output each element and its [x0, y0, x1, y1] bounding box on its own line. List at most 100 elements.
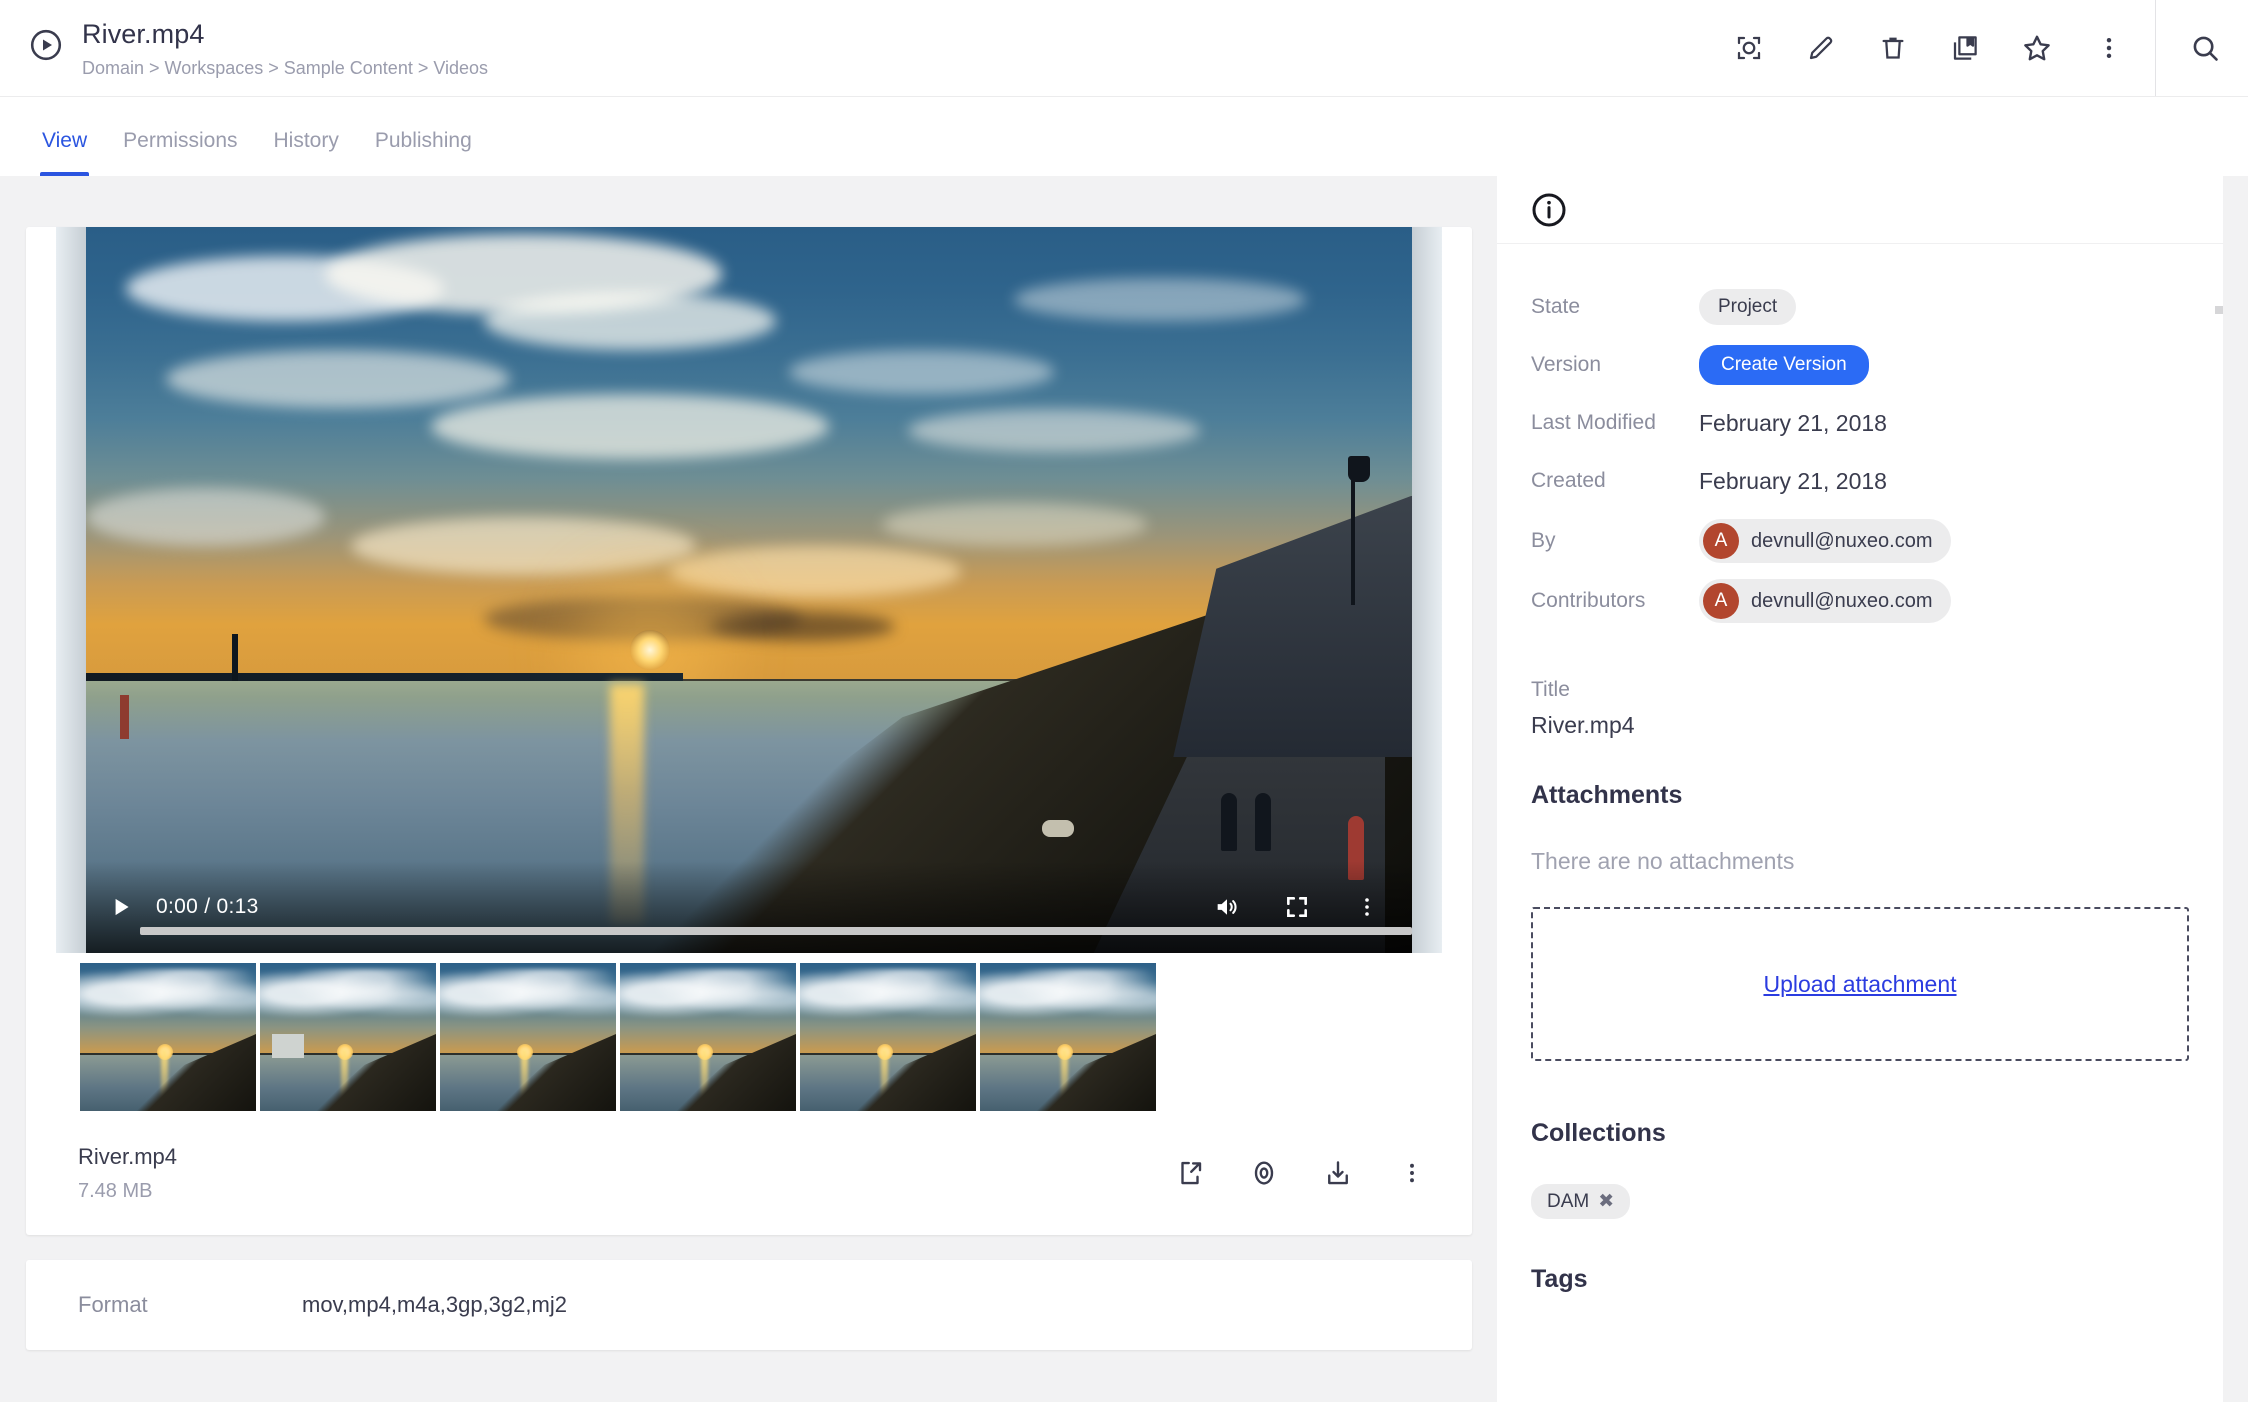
- user-name: devnull@nuxeo.com: [1751, 589, 1933, 612]
- cloud: [86, 488, 325, 547]
- status-badge: Project: [1699, 289, 1797, 325]
- last-modified-label: Last Modified: [1531, 411, 1656, 434]
- sun: [629, 629, 670, 670]
- person: [1255, 793, 1272, 852]
- add-to-collection-icon[interactable]: [1929, 12, 2001, 84]
- cloud: [430, 393, 829, 460]
- more-vertical-icon[interactable]: [1390, 1151, 1434, 1195]
- attachments-empty-text: There are no attachments: [1531, 848, 1795, 874]
- lamp-post: [1350, 466, 1355, 605]
- player-more-icon[interactable]: [1344, 887, 1390, 927]
- filmstrip-frame[interactable]: [620, 963, 796, 1111]
- collections-heading: Collections: [1531, 1119, 1666, 1147]
- close-icon[interactable]: ✖: [1598, 1190, 1614, 1213]
- volume-icon[interactable]: [1204, 887, 1250, 927]
- preview-fullscreen-icon[interactable]: [1713, 12, 1785, 84]
- created-label: Created: [1531, 469, 1606, 492]
- avatar: A: [1703, 523, 1739, 559]
- open-external-icon[interactable]: [1168, 1151, 1212, 1195]
- search-icon[interactable]: [2166, 12, 2244, 84]
- document-tabs: View Permissions History Publishing: [0, 96, 2248, 176]
- cloud: [709, 611, 895, 641]
- fullscreen-icon[interactable]: [1274, 887, 1320, 927]
- create-version-button[interactable]: Create Version: [1699, 345, 1869, 385]
- meta-row-last-modified: Last Modified February 21, 2018: [1531, 398, 2189, 448]
- filmstrip-frame[interactable]: [980, 963, 1156, 1111]
- state-label: State: [1531, 295, 1581, 318]
- time-display: 0:00 / 0:13: [156, 895, 259, 918]
- progress-bar[interactable]: [140, 927, 1412, 935]
- filmstrip[interactable]: [80, 963, 1472, 1111]
- video-player[interactable]: 0:00 / 0:13: [56, 227, 1442, 953]
- meta-row-version: Version Create Version: [1531, 340, 2189, 390]
- attachments-section: Attachments There are no attachments Upl…: [1531, 781, 2189, 1061]
- tags-section: Tags: [1531, 1265, 2189, 1294]
- collection-chip-dam[interactable]: DAM ✖: [1531, 1184, 1631, 1219]
- play-button[interactable]: [108, 892, 138, 922]
- header-divider: [2155, 0, 2156, 96]
- version-label: Version: [1531, 353, 1602, 376]
- attachment-dropzone[interactable]: Upload attachment: [1531, 907, 2189, 1061]
- meta-row-state: State Project: [1531, 282, 2189, 332]
- filmstrip-frame[interactable]: [260, 963, 436, 1111]
- file-name: River.mp4: [78, 1143, 178, 1169]
- cloud: [669, 546, 962, 598]
- person: [1220, 793, 1237, 852]
- breadcrumb[interactable]: Domain > Workspaces > Sample Content > V…: [82, 56, 488, 80]
- collections-list: DAM ✖: [1531, 1184, 2189, 1219]
- cloud: [788, 350, 1054, 394]
- file-actions: [1168, 1151, 1442, 1195]
- edit-pencil-icon[interactable]: [1785, 12, 1857, 84]
- video-preview-card: 0:00 / 0:13 River.mp4 7.48 MB: [26, 227, 1472, 1235]
- user-name: devnull@nuxeo.com: [1751, 529, 1933, 552]
- red-marker-pole: [120, 695, 130, 739]
- format-card: Format mov,mp4,m4a,3gp,3g2,mj2: [26, 1260, 1472, 1350]
- lamp-head: [1347, 455, 1370, 482]
- title-field: Title River.mp4: [1531, 678, 2189, 739]
- more-vertical-icon[interactable]: [2073, 12, 2145, 84]
- info-panel-body: State Project Version Create Version Las…: [1497, 244, 2223, 1294]
- info-circle-icon[interactable]: [1529, 190, 1569, 230]
- avatar: A: [1703, 583, 1739, 619]
- cloud: [483, 292, 776, 351]
- collections-section: Collections DAM ✖: [1531, 1119, 2189, 1219]
- last-modified-value: February 21, 2018: [1699, 409, 1887, 436]
- file-meta: River.mp4 7.48 MB: [78, 1142, 1168, 1205]
- tab-history[interactable]: History: [256, 128, 357, 176]
- contributors-label: Contributors: [1531, 589, 1646, 612]
- preview-eye-icon[interactable]: [1242, 1151, 1286, 1195]
- tab-view[interactable]: View: [24, 128, 105, 176]
- user-chip[interactable]: A devnull@nuxeo.com: [1699, 579, 1951, 623]
- cloud: [908, 408, 1200, 453]
- tab-permissions[interactable]: Permissions: [105, 128, 255, 176]
- filmstrip-frame[interactable]: [800, 963, 976, 1111]
- info-panel-tabs: [1497, 176, 2223, 244]
- upload-attachment-link[interactable]: Upload attachment: [1763, 971, 1956, 998]
- format-label: Format: [78, 1292, 148, 1317]
- cloud: [1014, 277, 1306, 322]
- delete-trash-icon[interactable]: [1857, 12, 1929, 84]
- tab-publishing[interactable]: Publishing: [357, 128, 490, 176]
- favorite-star-icon[interactable]: [2001, 12, 2073, 84]
- download-icon[interactable]: [1316, 1151, 1360, 1195]
- page-title: River.mp4: [82, 18, 205, 49]
- cloud: [881, 502, 1147, 547]
- info-side-panel: State Project Version Create Version Las…: [1497, 176, 2223, 1402]
- filmstrip-frame[interactable]: [440, 963, 616, 1111]
- user-chip[interactable]: A devnull@nuxeo.com: [1699, 519, 1951, 563]
- scrollbar[interactable]: [2215, 306, 2223, 314]
- meta-row-contributors: Contributors A devnull@nuxeo.com: [1531, 576, 2189, 626]
- header-left: River.mp4 Domain > Workspaces > Sample C…: [0, 17, 1713, 80]
- app-root: River.mp4 Domain > Workspaces > Sample C…: [0, 0, 2248, 1402]
- letterbox-left: [56, 227, 86, 953]
- meta-row-by: By A devnull@nuxeo.com: [1531, 516, 2189, 566]
- collection-chip-label: DAM: [1547, 1190, 1590, 1212]
- body-area: 0:00 / 0:13 River.mp4 7.48 MB Format mov…: [0, 176, 2248, 1402]
- filmstrip-frame[interactable]: [80, 963, 256, 1111]
- tower: [231, 633, 238, 681]
- video-controls: 0:00 / 0:13: [86, 861, 1412, 953]
- header-actions: [1713, 0, 2248, 96]
- title-field-value: River.mp4: [1531, 712, 1635, 738]
- attachments-heading: Attachments: [1531, 781, 1683, 809]
- left-column: 0:00 / 0:13 River.mp4 7.48 MB Format mov…: [26, 203, 1472, 1350]
